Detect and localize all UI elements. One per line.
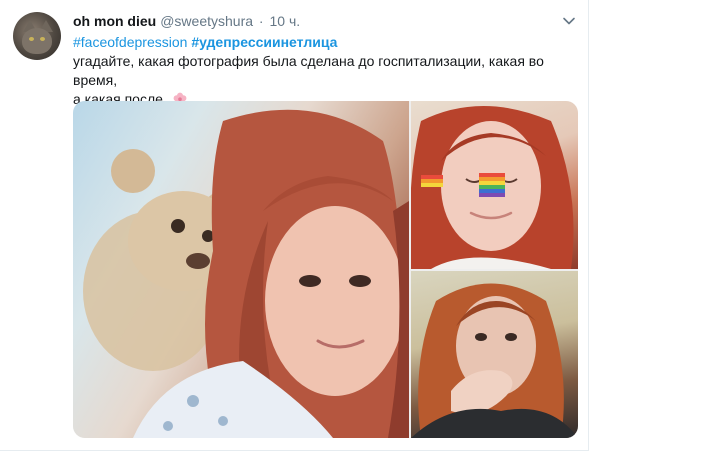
hashtag-link[interactable]: #удепрессиинетлица <box>191 34 337 50</box>
display-name[interactable]: oh mon dieu <box>73 13 156 29</box>
user-handle[interactable]: @sweetyshura <box>160 13 253 29</box>
photo-bottom-right-image <box>411 283 578 438</box>
separator-dot: · <box>258 13 264 29</box>
avatar-cat-face <box>22 28 52 54</box>
hashtag-line: #faceofdepression #удепрессиинетлица <box>73 33 583 52</box>
photo-top-right[interactable] <box>411 101 578 269</box>
photo-bottom-right[interactable] <box>411 271 578 438</box>
tweet-text: #faceofdepression #удепрессиинетлица уга… <box>73 33 583 109</box>
tweet[interactable]: oh mon dieu @sweetyshura · 10 ч. #faceofd… <box>0 0 589 451</box>
hashtag-link[interactable]: #faceofdepression <box>73 34 187 50</box>
photo-main-image <box>83 109 409 438</box>
chevron-down-icon[interactable] <box>562 14 576 28</box>
media-grid <box>73 101 578 438</box>
photo-top-right-image <box>411 106 574 269</box>
photo-main[interactable] <box>73 101 409 438</box>
tweet-header: oh mon dieu @sweetyshura · 10 ч. <box>73 11 300 31</box>
text-line: угадайте, какая фотография была сделана … <box>73 53 544 88</box>
avatar-cat-eye <box>29 37 34 41</box>
avatar-cat-eye <box>40 37 45 41</box>
avatar[interactable] <box>13 12 61 60</box>
timestamp[interactable]: 10 ч. <box>269 13 300 29</box>
